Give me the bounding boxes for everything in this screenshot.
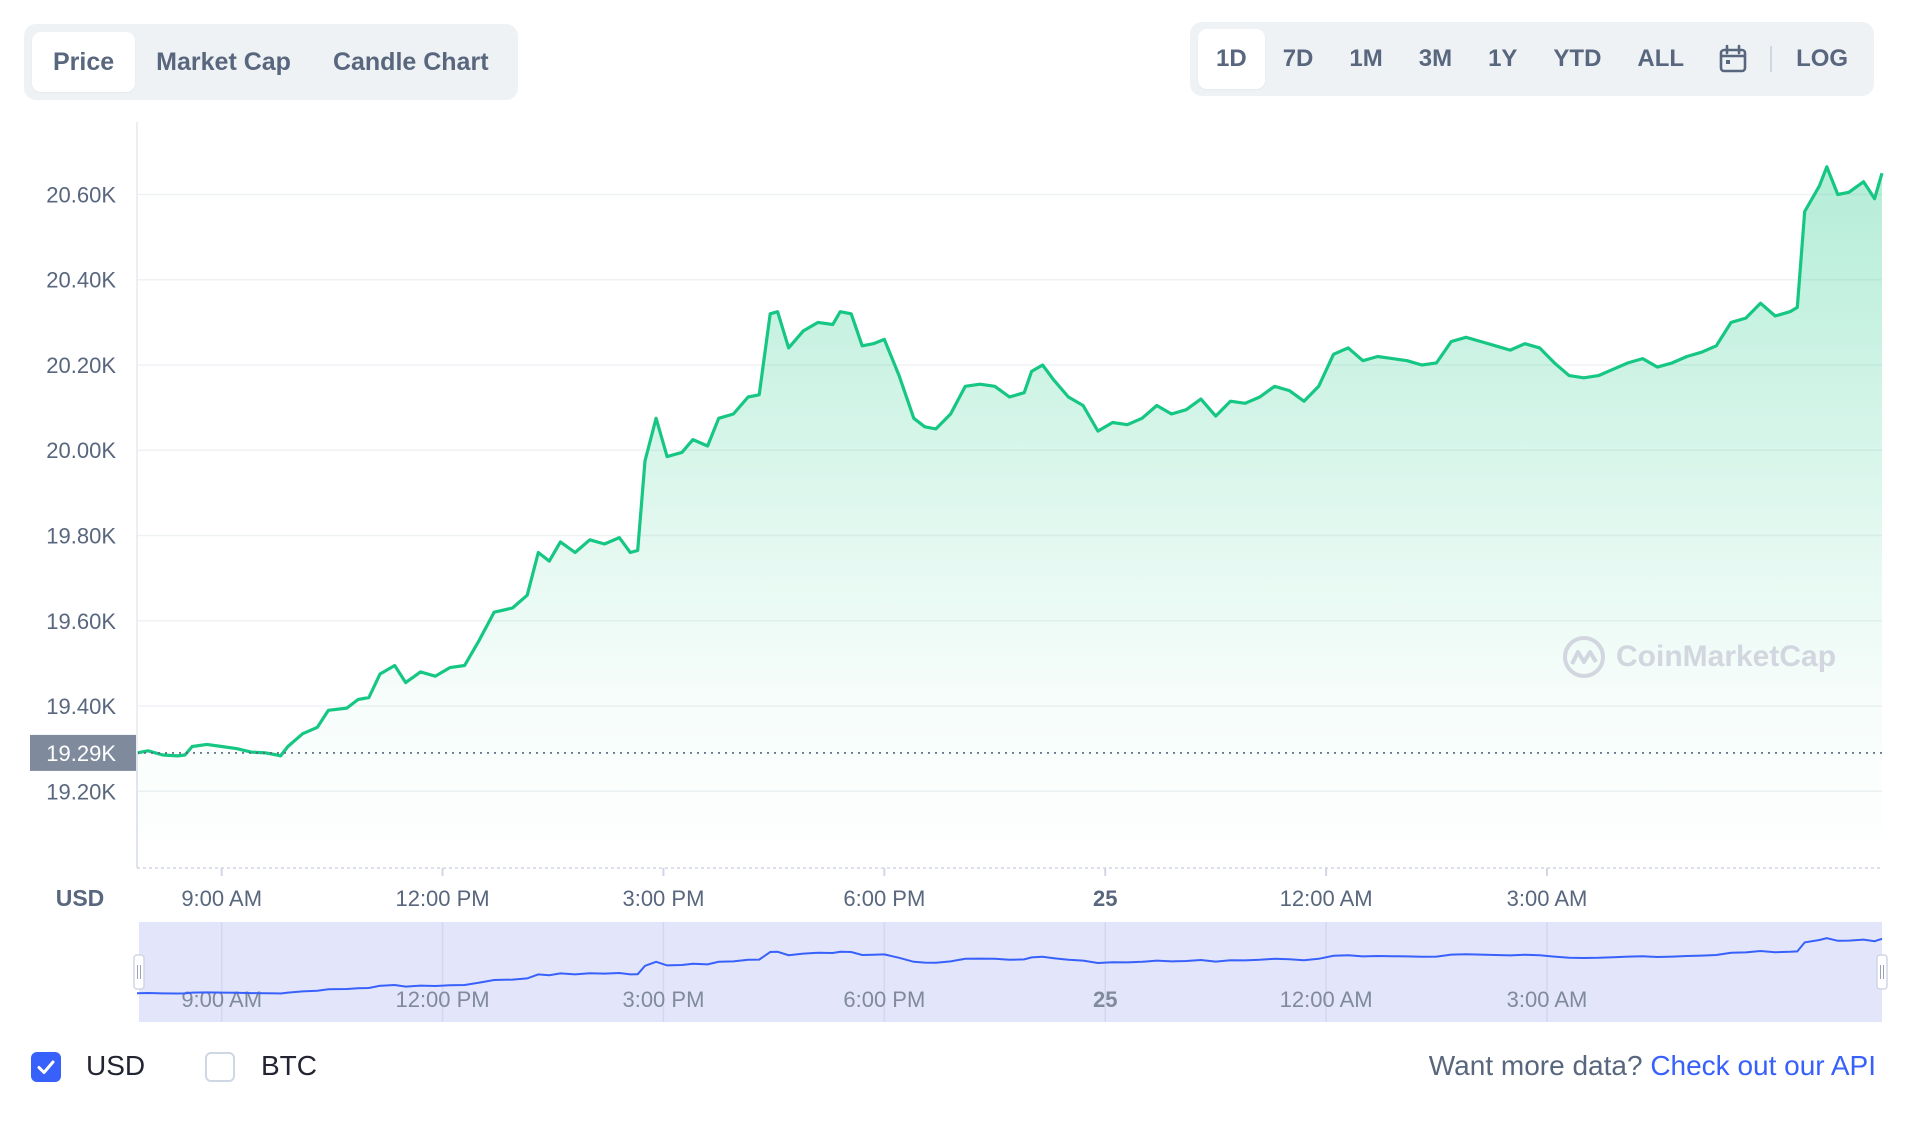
calendar-icon bbox=[1719, 44, 1747, 73]
currency-axis-label: USD bbox=[56, 885, 105, 911]
y-tick-label: 19.80K bbox=[46, 523, 116, 548]
x-tick-label: 3:00 AM bbox=[1507, 886, 1588, 911]
range-navigator: 9:00 AM 12:00 PM 3:00 PM 6:00 PM 25 12:00 AM 3… bbox=[133, 922, 1888, 1022]
range-1d[interactable]: 1D bbox=[1198, 29, 1265, 89]
btc-checkbox[interactable] bbox=[205, 1052, 235, 1082]
y-tick-label: 20.00K bbox=[46, 438, 116, 463]
navigator-tick-label: 25 bbox=[1093, 987, 1117, 1012]
navigator-tick-label: 3:00 PM bbox=[622, 987, 704, 1012]
coinmarketcap-logo-icon bbox=[1563, 636, 1605, 678]
range-1m[interactable]: 1M bbox=[1331, 29, 1400, 89]
range-1y[interactable]: 1Y bbox=[1470, 29, 1535, 89]
price-chart: 20.60K 20.40K 20.20K 20.00K 19.80K 19.60K 19.4… bbox=[30, 122, 1888, 1022]
log-scale-toggle[interactable]: LOG bbox=[1778, 29, 1866, 89]
x-tick-label: 3:00 PM bbox=[622, 886, 704, 911]
calendar-button[interactable] bbox=[1702, 29, 1764, 89]
navigator-left-handle[interactable] bbox=[133, 954, 145, 990]
navigator-tick-label: 9:00 AM bbox=[181, 987, 262, 1012]
range-7d[interactable]: 7D bbox=[1265, 29, 1332, 89]
tab-market-cap[interactable]: Market Cap bbox=[135, 32, 312, 92]
btc-checkbox-label: BTC bbox=[261, 1050, 317, 1081]
x-tick-label: 6:00 PM bbox=[843, 886, 925, 911]
navigator-tick-label: 3:00 AM bbox=[1507, 987, 1588, 1012]
range-ytd[interactable]: YTD bbox=[1535, 29, 1619, 89]
x-tick-label: 12:00 AM bbox=[1280, 886, 1373, 911]
checkmark-icon bbox=[37, 1060, 55, 1074]
navigator-right-handle[interactable] bbox=[1876, 954, 1888, 990]
y-tick-label: 20.20K bbox=[46, 353, 116, 378]
navigator-tick-label: 12:00 PM bbox=[395, 987, 489, 1012]
y-tick-label: 20.60K bbox=[46, 182, 116, 207]
watermark-text: CoinMarketCap bbox=[1616, 640, 1837, 673]
y-tick-label: 19.60K bbox=[46, 609, 116, 634]
y-tick-label: 19.40K bbox=[46, 694, 116, 719]
coinmarketcap-watermark: CoinMarketCap bbox=[1562, 635, 1836, 679]
range-all[interactable]: ALL bbox=[1619, 29, 1702, 89]
usd-checkbox-label: USD bbox=[86, 1050, 146, 1081]
tab-candle-chart[interactable]: Candle Chart bbox=[312, 32, 510, 92]
price-area bbox=[137, 166, 1882, 869]
price-area-fill bbox=[137, 166, 1882, 869]
x-tick-label: 12:00 PM bbox=[395, 886, 489, 911]
api-link[interactable]: Check out our API bbox=[1650, 1050, 1876, 1081]
api-prompt-text: Want more data? bbox=[1428, 1050, 1643, 1081]
tab-price[interactable]: Price bbox=[32, 32, 136, 92]
y-tick-label: 19.20K bbox=[46, 779, 116, 804]
navigator-tick-label: 6:00 PM bbox=[843, 987, 925, 1012]
time-range-selector: 1D 7D 1M 3M 1Y YTD ALL LOG bbox=[1190, 22, 1875, 96]
api-promo: Want more data? Check out our API bbox=[1429, 1050, 1876, 1082]
range-divider bbox=[1770, 46, 1773, 72]
navigator-tick-label: 12:00 AM bbox=[1280, 987, 1373, 1012]
chart-type-tabs: Price Market Cap Candle Chart bbox=[24, 24, 518, 100]
y-tick-label: 20.40K bbox=[46, 268, 116, 293]
x-tick-label: 25 bbox=[1093, 886, 1117, 911]
range-3m[interactable]: 3M bbox=[1401, 29, 1470, 89]
open-price-label: 19.29K bbox=[46, 741, 116, 766]
x-tick-label: 9:00 AM bbox=[181, 886, 262, 911]
usd-checkbox[interactable] bbox=[31, 1052, 61, 1082]
